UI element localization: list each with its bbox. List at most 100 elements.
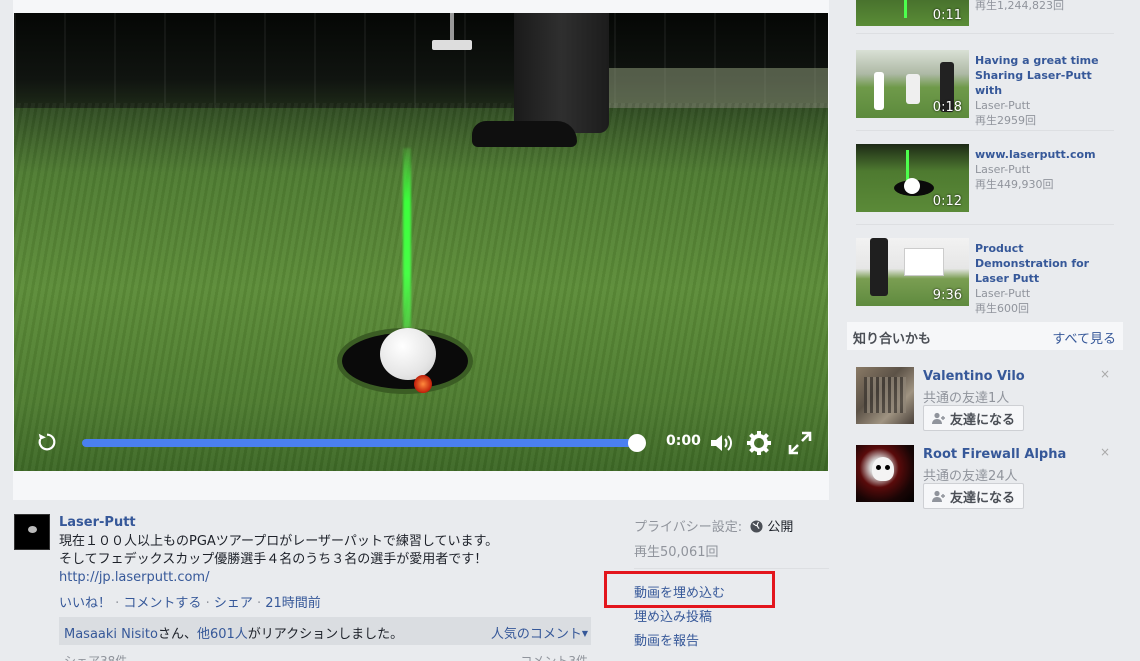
related-video-title[interactable]: Having a great time Sharing Laser-Putt w… — [975, 53, 1115, 98]
privacy-label: プライバシー設定: — [634, 520, 743, 535]
reaction-bar: Masaaki Nisitoさん、他601人がリアクションしました。 人気のコメ… — [59, 617, 591, 645]
related-video-views: 再生600回 — [975, 302, 1029, 315]
related-video-views: 再生2959回 — [975, 114, 1036, 127]
close-icon[interactable]: × — [1100, 445, 1110, 459]
pymk-header: 知り合いかも すべて見る — [847, 322, 1123, 350]
video-duration: 0:12 — [932, 194, 962, 209]
fullscreen-icon[interactable] — [787, 430, 813, 456]
comment-link[interactable]: コメントする — [123, 596, 201, 611]
divider — [634, 568, 829, 569]
video-controls: 0:00 — [14, 423, 828, 463]
volume-icon[interactable] — [708, 430, 734, 456]
post-actions: いいね！ · コメントする · シェア · 21時間前 — [59, 592, 321, 611]
embedded-posts-link[interactable]: 埋め込み投稿 — [634, 606, 712, 625]
related-video-channel[interactable]: Laser-Putt — [975, 162, 1115, 177]
reaction-summary: Masaaki Nisitoさん、他601人がリアクションしました。 — [64, 623, 403, 642]
reaction-user-link[interactable]: Masaaki Nisito — [64, 627, 158, 642]
post-url-link[interactable]: http://jp.laserputt.com/ — [59, 570, 209, 585]
video-card: 0:00 — [13, 0, 829, 500]
related-video-title[interactable]: www.laserputt.com — [975, 147, 1115, 162]
related-video-channel[interactable]: Laser-Putt — [975, 98, 1115, 113]
related-video-views: 再生449,930回 — [975, 178, 1054, 191]
video-frame-putter-shaft — [450, 13, 454, 43]
post-text: 現在１００人以上ものPGAツアープロがレーザーパットで練習しています。 そしてフ… — [59, 533, 498, 569]
avatar[interactable] — [856, 445, 914, 502]
post-text-line-2: そしてフェデックスカップ優勝選手４名のうち３名の選手が愛用者です！ — [59, 552, 488, 567]
popular-comments-dropdown[interactable]: 人気のコメント▼ — [491, 623, 588, 642]
pymk-person: Valentino Vilo 共通の友達1人 友達になる × — [856, 367, 1116, 431]
close-icon[interactable]: × — [1100, 367, 1110, 381]
related-video-title[interactable]: Product Demonstration for Laser Putt — [975, 241, 1115, 286]
mutual-friends[interactable]: 共通の友達1人 — [923, 387, 1009, 406]
related-video-channel[interactable]: Laser-Putt — [975, 286, 1115, 301]
globe-icon — [750, 520, 763, 533]
add-friend-icon — [932, 490, 945, 502]
highlight-box — [604, 571, 775, 608]
related-video-info: 再生1,244,823回 — [975, 0, 1115, 13]
video-duration: 0:11 — [932, 8, 962, 23]
video-duration: 9:36 — [932, 288, 962, 303]
popular-comments-label: 人気のコメント — [490, 627, 582, 642]
reaction-others-link[interactable]: 他601人 — [197, 627, 248, 642]
related-divider — [856, 33, 1114, 34]
page-avatar[interactable] — [14, 514, 50, 550]
related-video-item[interactable]: 0:18 Having a great time Sharing Laser-P… — [856, 50, 1116, 127]
video-frame-laser — [403, 148, 411, 328]
related-video-info: Having a great time Sharing Laser-Putt w… — [975, 53, 1115, 128]
caret-down-icon: ▼ — [581, 629, 588, 638]
video-duration: 0:18 — [932, 100, 962, 115]
video-frame-putter-head — [432, 40, 472, 50]
privacy-setting: プライバシー設定: 公開 — [634, 516, 793, 535]
reaction-suffix: がリアクションしました。 — [247, 627, 404, 642]
video-frame-bush — [574, 68, 828, 108]
video-progress-knob[interactable] — [628, 434, 646, 452]
related-video-item[interactable]: 0:12 www.laserputt.com Laser-Putt 再生449,… — [856, 144, 1116, 214]
separator: · — [252, 596, 266, 611]
related-video-item[interactable]: 0:11 再生1,244,823回 — [856, 0, 1116, 28]
related-video-info: www.laserputt.com Laser-Putt 再生449,930回 — [975, 147, 1115, 192]
page-name-link[interactable]: Laser-Putt — [59, 515, 136, 530]
video-frame-grass — [14, 103, 828, 471]
video-frame-legs — [514, 13, 609, 133]
separator: · — [201, 596, 214, 611]
video-progress-bar[interactable] — [82, 439, 638, 447]
add-friend-button[interactable]: 友達になる — [923, 405, 1025, 431]
share-link[interactable]: シェア — [214, 596, 253, 611]
related-video-thumbnail[interactable]: 9:36 — [856, 238, 969, 306]
replay-icon[interactable] — [36, 431, 58, 453]
add-friend-label: 友達になる — [950, 412, 1016, 428]
person-name-link[interactable]: Valentino Vilo — [923, 369, 1025, 384]
privacy-value[interactable]: 公開 — [767, 520, 793, 535]
related-video-item[interactable]: 9:36 Product Demonstration for Laser Put… — [856, 238, 1116, 315]
add-friend-label: 友達になる — [950, 490, 1016, 506]
related-video-views: 再生1,244,823回 — [975, 0, 1064, 12]
related-video-thumbnail[interactable]: 0:12 — [856, 144, 969, 212]
view-count: 再生50,061回 — [634, 545, 719, 560]
video-frame-ball — [380, 328, 436, 380]
add-friend-icon — [932, 412, 945, 424]
video-frame-shoe — [472, 121, 577, 147]
post-text-line-1: 現在１００人以上ものPGAツアープロがレーザーパットで練習しています。 — [59, 534, 499, 549]
related-video-info: Product Demonstration for Laser Putt Las… — [975, 241, 1115, 316]
related-video-thumbnail[interactable]: 0:18 — [856, 50, 969, 118]
like-link[interactable]: いいね！ — [59, 596, 111, 611]
share-count[interactable]: シェア38件 — [64, 652, 127, 661]
gear-icon[interactable] — [746, 430, 772, 456]
separator: · — [111, 596, 124, 611]
reaction-san: さん、 — [157, 627, 197, 642]
avatar[interactable] — [856, 367, 914, 424]
timestamp-link[interactable]: 21時間前 — [265, 596, 321, 611]
comment-count[interactable]: コメント3件 — [520, 652, 588, 661]
video-frame-led — [414, 375, 432, 393]
video-player[interactable]: 0:00 — [14, 13, 828, 471]
related-video-thumbnail[interactable]: 0:11 — [856, 0, 969, 26]
add-friend-button[interactable]: 友達になる — [923, 483, 1025, 509]
pymk-title: 知り合いかも — [853, 332, 932, 347]
see-all-link[interactable]: すべて見る — [1052, 328, 1116, 347]
pymk-person: Root Firewall Alpha 共通の友達24人 友達になる × — [856, 445, 1116, 509]
person-name-link[interactable]: Root Firewall Alpha — [923, 447, 1066, 462]
report-video-link[interactable]: 動画を報告 — [634, 630, 699, 649]
mutual-friends[interactable]: 共通の友達24人 — [923, 465, 1018, 484]
share-bar: シェア38件 コメント3件 — [59, 646, 591, 661]
related-divider — [856, 224, 1114, 225]
